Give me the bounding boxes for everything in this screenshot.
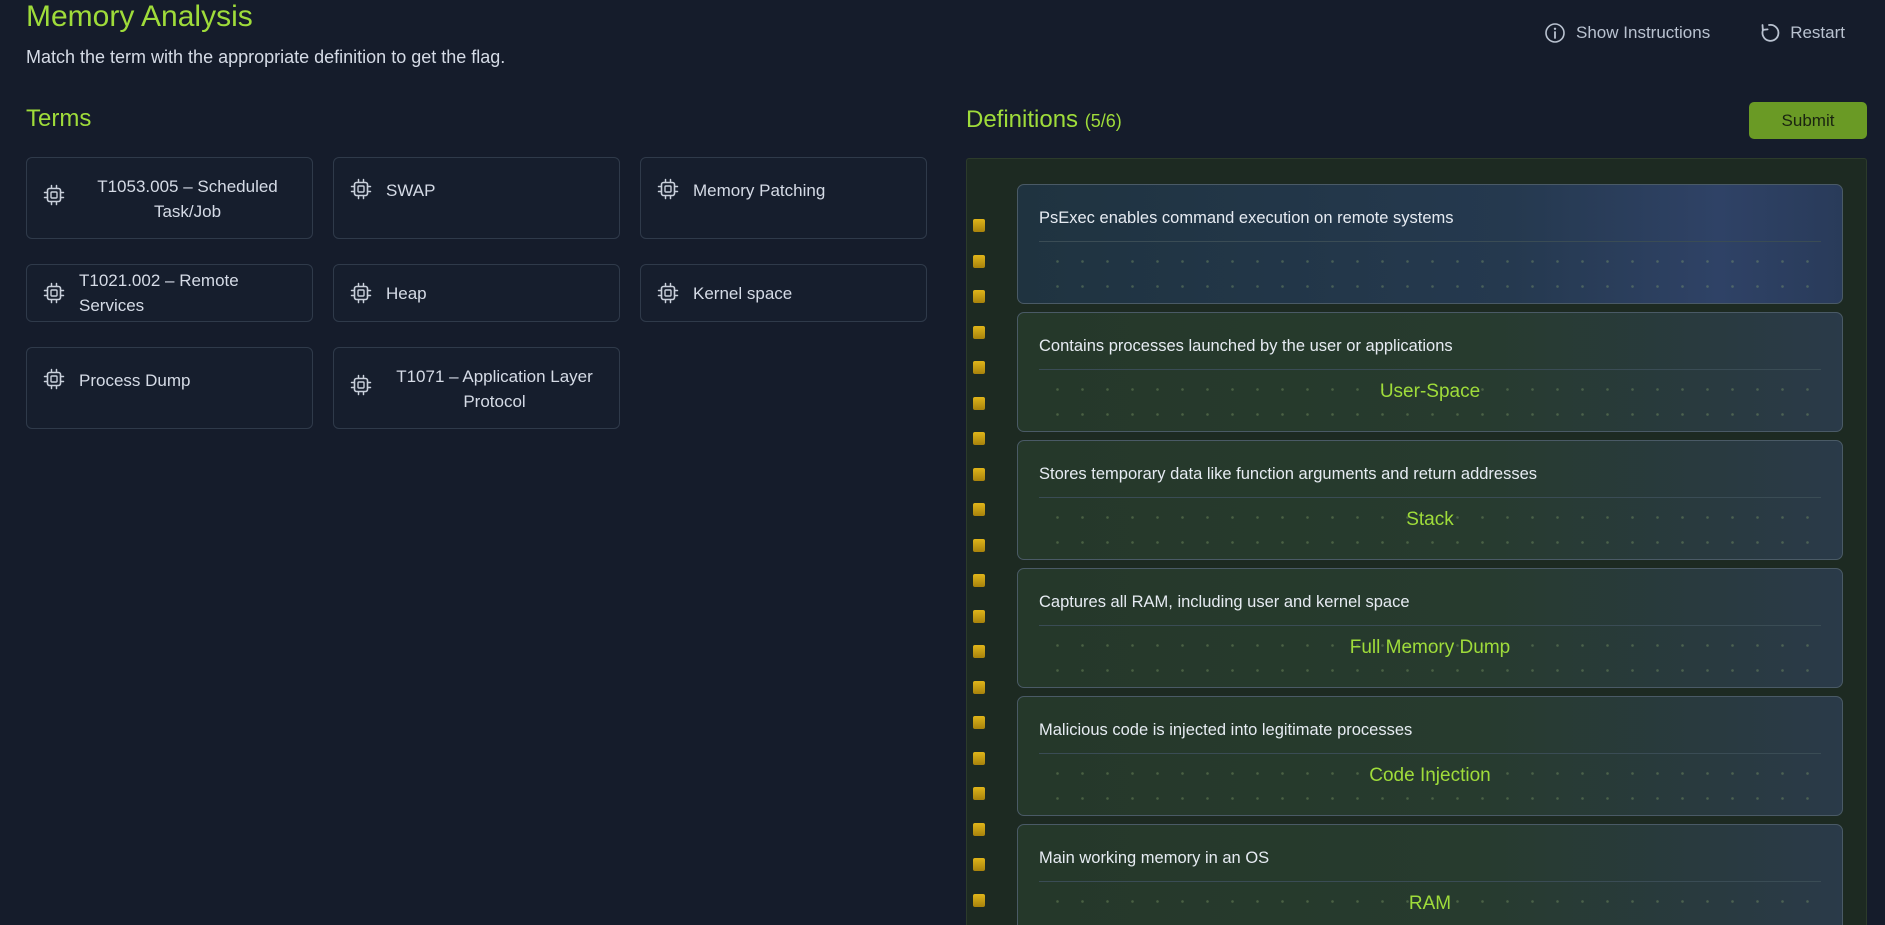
circuit-pin: [973, 680, 985, 694]
term-card[interactable]: Process Dump: [26, 347, 313, 429]
definitions-panel: PsExec enables command execution on remo…: [966, 158, 1867, 925]
show-instructions-label: Show Instructions: [1576, 23, 1711, 42]
circuit-pin: [973, 432, 985, 445]
circuit-pin: [973, 325, 985, 339]
definition-text: Main working memory in an OS: [1039, 849, 1270, 867]
term-card[interactable]: T1071 – Application Layer Protocol: [333, 347, 620, 429]
circuit-pin: [973, 361, 985, 374]
term-card[interactable]: SWAP: [333, 157, 620, 239]
definition-answer[interactable]: Full Memory Dump: [1018, 636, 1842, 660]
circuit-pin: [973, 254, 985, 268]
definition-card[interactable]: Malicious code is injected into legitima…: [1017, 696, 1843, 816]
definition-text: Stores temporary data like function argu…: [1039, 465, 1538, 483]
circuit-pin: [973, 645, 985, 658]
circuit-pin: [973, 716, 985, 729]
circuit-pin: [973, 751, 985, 765]
definition-text: Captures all RAM, including user and ker…: [1039, 593, 1410, 611]
definition-answer[interactable]: Code Injection: [1018, 764, 1842, 788]
term-label: T1053.005 – Scheduled Task/Job: [97, 177, 278, 221]
page: Memory Analysis Match the term with the …: [0, 0, 1885, 925]
definition-card[interactable]: Contains processes launched by the user …: [1017, 312, 1843, 432]
restart-icon: [1758, 22, 1780, 44]
term-label: Kernel space: [693, 283, 793, 303]
page-subtitle: Match the term with the appropriate defi…: [26, 47, 506, 67]
chip-icon: [43, 282, 65, 304]
definition-divider: [1039, 241, 1821, 242]
definition-card[interactable]: PsExec enables command execution on remo…: [1017, 184, 1843, 304]
definitions-count: (5/6): [1084, 111, 1122, 131]
circuit-pin: [973, 538, 985, 552]
definition-text: PsExec enables command execution on remo…: [1039, 209, 1454, 227]
chip-icon: [350, 374, 372, 396]
definitions-title: Definitions: [966, 106, 1079, 133]
term-label: Heap: [386, 283, 427, 303]
chip-icon: [43, 184, 65, 206]
definition-card[interactable]: Stores temporary data like function argu…: [1017, 440, 1843, 560]
definition-divider: [1039, 369, 1821, 370]
term-label: SWAP: [386, 181, 436, 200]
show-instructions-button[interactable]: Show Instructions: [1544, 22, 1710, 44]
chip-icon: [350, 178, 372, 200]
term-label: Process Dump: [79, 371, 191, 390]
definition-text: Contains processes launched by the user …: [1039, 337, 1453, 355]
term-card[interactable]: T1021.002 – Remote Services: [26, 264, 313, 322]
circuit-pin: [973, 574, 985, 587]
terms-heading: Terms: [26, 105, 92, 132]
top-actions: Show Instructions Restart: [1544, 22, 1845, 44]
term-card[interactable]: Heap: [333, 264, 620, 322]
definitions-heading: Definitions (5/6): [966, 106, 1122, 135]
circuit-pin: [973, 858, 985, 871]
submit-button[interactable]: Submit: [1749, 102, 1867, 139]
chip-icon: [43, 368, 65, 390]
restart-button[interactable]: Restart: [1758, 22, 1845, 44]
chip-icon: [657, 178, 679, 200]
term-label: T1021.002 – Remote Services: [79, 271, 239, 315]
term-label: T1071 – Application Layer Protocol: [396, 367, 593, 411]
definition-divider: [1039, 881, 1821, 882]
restart-label: Restart: [1790, 23, 1845, 42]
definition-text: Malicious code is injected into legitima…: [1039, 721, 1413, 739]
chip-icon: [657, 282, 679, 304]
terms-grid: T1053.005 – Scheduled Task/Job SWAP Memo…: [26, 157, 928, 429]
circuit-pin: [973, 893, 985, 907]
circuit-pin: [973, 219, 985, 232]
term-label: Memory Patching: [693, 181, 826, 200]
circuit-pin: [973, 609, 985, 623]
definition-answer[interactable]: Stack: [1018, 508, 1842, 532]
circuit-pin: [973, 467, 985, 481]
definition-answer[interactable]: RAM: [1018, 892, 1842, 916]
circuit-pin: [973, 290, 985, 303]
definition-card[interactable]: Captures all RAM, including user and ker…: [1017, 568, 1843, 688]
term-card[interactable]: T1053.005 – Scheduled Task/Job: [26, 157, 313, 239]
drop-zone[interactable]: [1039, 245, 1821, 297]
definition-divider: [1039, 753, 1821, 754]
circuit-pin: [973, 822, 985, 836]
circuit-pin: [973, 396, 985, 410]
info-icon: [1544, 22, 1566, 44]
definition-divider: [1039, 497, 1821, 498]
definition-card[interactable]: Main working memory in an OS RAM: [1017, 824, 1843, 925]
definition-answer[interactable]: User-Space: [1018, 380, 1842, 404]
term-card[interactable]: Kernel space: [640, 264, 927, 322]
chip-icon: [350, 282, 372, 304]
circuit-pin: [973, 503, 985, 516]
page-title: Memory Analysis: [26, 0, 253, 33]
circuit-pin: [973, 787, 985, 800]
term-card[interactable]: Memory Patching: [640, 157, 927, 239]
definition-divider: [1039, 625, 1821, 626]
